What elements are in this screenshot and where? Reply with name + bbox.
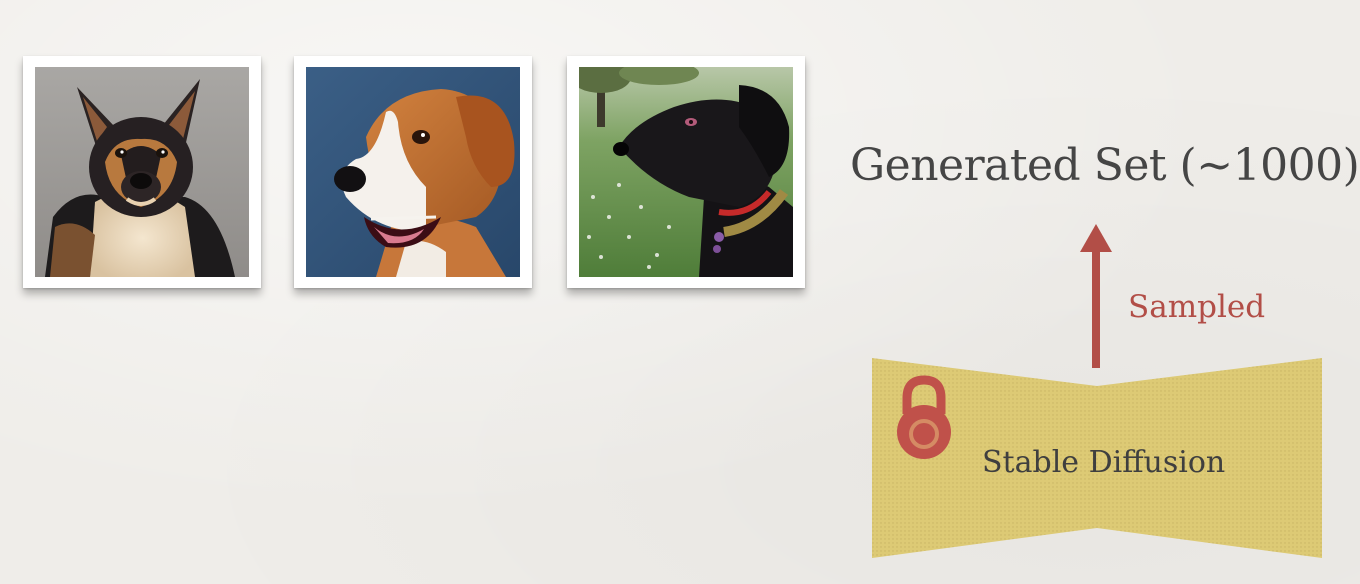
generated-set-title: Generated Set (~1000) [850, 140, 1360, 191]
sampled-label: Sampled [1128, 289, 1266, 325]
dog-photo-tricolor [35, 67, 249, 277]
dog-photo-beagle [306, 67, 520, 277]
generated-dog-image-2 [294, 56, 532, 288]
stable-diffusion-label: Stable Diffusion [982, 445, 1226, 480]
generated-dog-image-1 [23, 56, 261, 288]
dog-photo-black-dog [579, 67, 793, 277]
lock-icon [897, 375, 951, 459]
sampling-arrow [1080, 224, 1112, 368]
generated-dog-image-3 [567, 56, 805, 288]
